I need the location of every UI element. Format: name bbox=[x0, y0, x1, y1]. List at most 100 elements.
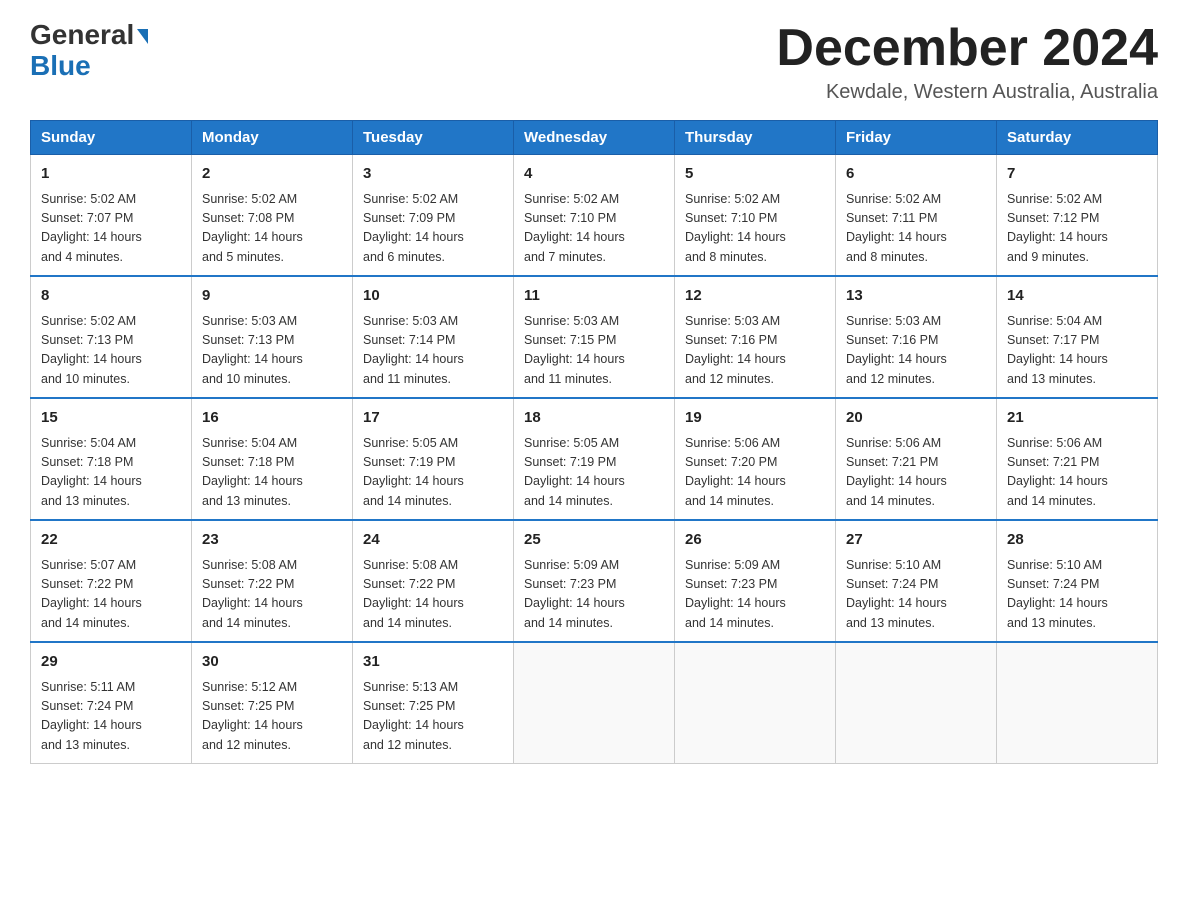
day-number: 2 bbox=[202, 163, 342, 186]
table-row: 25 Sunrise: 5:09 AM Sunset: 7:23 PM Dayl… bbox=[514, 520, 675, 642]
day-info: Sunrise: 5:10 AM Sunset: 7:24 PM Dayligh… bbox=[1007, 556, 1147, 634]
page-header: General Blue December 2024 Kewdale, West… bbox=[30, 20, 1158, 104]
col-tuesday: Tuesday bbox=[353, 121, 514, 155]
table-row: 9 Sunrise: 5:03 AM Sunset: 7:13 PM Dayli… bbox=[192, 276, 353, 398]
day-number: 6 bbox=[846, 163, 986, 186]
day-number: 15 bbox=[41, 407, 181, 430]
day-number: 21 bbox=[1007, 407, 1147, 430]
table-row: 10 Sunrise: 5:03 AM Sunset: 7:14 PM Dayl… bbox=[353, 276, 514, 398]
day-info: Sunrise: 5:12 AM Sunset: 7:25 PM Dayligh… bbox=[202, 678, 342, 756]
day-number: 29 bbox=[41, 651, 181, 674]
day-info: Sunrise: 5:11 AM Sunset: 7:24 PM Dayligh… bbox=[41, 678, 181, 756]
day-info: Sunrise: 5:03 AM Sunset: 7:15 PM Dayligh… bbox=[524, 312, 664, 390]
table-row: 20 Sunrise: 5:06 AM Sunset: 7:21 PM Dayl… bbox=[836, 398, 997, 520]
day-info: Sunrise: 5:05 AM Sunset: 7:19 PM Dayligh… bbox=[363, 434, 503, 512]
day-number: 9 bbox=[202, 285, 342, 308]
day-info: Sunrise: 5:04 AM Sunset: 7:18 PM Dayligh… bbox=[41, 434, 181, 512]
calendar-week-row: 15 Sunrise: 5:04 AM Sunset: 7:18 PM Dayl… bbox=[31, 398, 1158, 520]
day-info: Sunrise: 5:08 AM Sunset: 7:22 PM Dayligh… bbox=[202, 556, 342, 634]
logo-blue-text: Blue bbox=[30, 50, 91, 81]
day-number: 17 bbox=[363, 407, 503, 430]
calendar-week-row: 1 Sunrise: 5:02 AM Sunset: 7:07 PM Dayli… bbox=[31, 155, 1158, 277]
table-row: 24 Sunrise: 5:08 AM Sunset: 7:22 PM Dayl… bbox=[353, 520, 514, 642]
day-info: Sunrise: 5:02 AM Sunset: 7:12 PM Dayligh… bbox=[1007, 190, 1147, 268]
day-number: 27 bbox=[846, 529, 986, 552]
logo-text: General Blue bbox=[30, 20, 148, 82]
day-number: 23 bbox=[202, 529, 342, 552]
day-number: 24 bbox=[363, 529, 503, 552]
day-number: 4 bbox=[524, 163, 664, 186]
table-row: 17 Sunrise: 5:05 AM Sunset: 7:19 PM Dayl… bbox=[353, 398, 514, 520]
col-sunday: Sunday bbox=[31, 121, 192, 155]
table-row bbox=[675, 642, 836, 764]
table-row: 8 Sunrise: 5:02 AM Sunset: 7:13 PM Dayli… bbox=[31, 276, 192, 398]
table-row: 21 Sunrise: 5:06 AM Sunset: 7:21 PM Dayl… bbox=[997, 398, 1158, 520]
day-info: Sunrise: 5:02 AM Sunset: 7:10 PM Dayligh… bbox=[685, 190, 825, 268]
table-row bbox=[836, 642, 997, 764]
day-info: Sunrise: 5:02 AM Sunset: 7:10 PM Dayligh… bbox=[524, 190, 664, 268]
month-title: December 2024 bbox=[776, 20, 1158, 77]
day-info: Sunrise: 5:05 AM Sunset: 7:19 PM Dayligh… bbox=[524, 434, 664, 512]
table-row: 22 Sunrise: 5:07 AM Sunset: 7:22 PM Dayl… bbox=[31, 520, 192, 642]
day-number: 25 bbox=[524, 529, 664, 552]
day-number: 28 bbox=[1007, 529, 1147, 552]
col-monday: Monday bbox=[192, 121, 353, 155]
day-info: Sunrise: 5:04 AM Sunset: 7:18 PM Dayligh… bbox=[202, 434, 342, 512]
col-friday: Friday bbox=[836, 121, 997, 155]
table-row: 18 Sunrise: 5:05 AM Sunset: 7:19 PM Dayl… bbox=[514, 398, 675, 520]
day-number: 20 bbox=[846, 407, 986, 430]
day-number: 16 bbox=[202, 407, 342, 430]
day-number: 18 bbox=[524, 407, 664, 430]
table-row: 6 Sunrise: 5:02 AM Sunset: 7:11 PM Dayli… bbox=[836, 155, 997, 277]
table-row: 16 Sunrise: 5:04 AM Sunset: 7:18 PM Dayl… bbox=[192, 398, 353, 520]
table-row: 2 Sunrise: 5:02 AM Sunset: 7:08 PM Dayli… bbox=[192, 155, 353, 277]
day-info: Sunrise: 5:04 AM Sunset: 7:17 PM Dayligh… bbox=[1007, 312, 1147, 390]
day-info: Sunrise: 5:10 AM Sunset: 7:24 PM Dayligh… bbox=[846, 556, 986, 634]
day-info: Sunrise: 5:02 AM Sunset: 7:07 PM Dayligh… bbox=[41, 190, 181, 268]
table-row bbox=[514, 642, 675, 764]
day-info: Sunrise: 5:03 AM Sunset: 7:16 PM Dayligh… bbox=[846, 312, 986, 390]
table-row: 28 Sunrise: 5:10 AM Sunset: 7:24 PM Dayl… bbox=[997, 520, 1158, 642]
calendar-week-row: 8 Sunrise: 5:02 AM Sunset: 7:13 PM Dayli… bbox=[31, 276, 1158, 398]
table-row: 13 Sunrise: 5:03 AM Sunset: 7:16 PM Dayl… bbox=[836, 276, 997, 398]
day-number: 13 bbox=[846, 285, 986, 308]
logo: General Blue bbox=[30, 20, 148, 82]
table-row: 12 Sunrise: 5:03 AM Sunset: 7:16 PM Dayl… bbox=[675, 276, 836, 398]
day-info: Sunrise: 5:02 AM Sunset: 7:08 PM Dayligh… bbox=[202, 190, 342, 268]
table-row bbox=[997, 642, 1158, 764]
calendar-week-row: 29 Sunrise: 5:11 AM Sunset: 7:24 PM Dayl… bbox=[31, 642, 1158, 764]
table-row: 1 Sunrise: 5:02 AM Sunset: 7:07 PM Dayli… bbox=[31, 155, 192, 277]
location-subtitle: Kewdale, Western Australia, Australia bbox=[776, 81, 1158, 104]
day-number: 11 bbox=[524, 285, 664, 308]
table-row: 14 Sunrise: 5:04 AM Sunset: 7:17 PM Dayl… bbox=[997, 276, 1158, 398]
col-saturday: Saturday bbox=[997, 121, 1158, 155]
calendar-header-row: Sunday Monday Tuesday Wednesday Thursday… bbox=[31, 121, 1158, 155]
table-row: 7 Sunrise: 5:02 AM Sunset: 7:12 PM Dayli… bbox=[997, 155, 1158, 277]
day-number: 5 bbox=[685, 163, 825, 186]
day-info: Sunrise: 5:06 AM Sunset: 7:21 PM Dayligh… bbox=[1007, 434, 1147, 512]
day-info: Sunrise: 5:09 AM Sunset: 7:23 PM Dayligh… bbox=[524, 556, 664, 634]
day-number: 10 bbox=[363, 285, 503, 308]
table-row: 3 Sunrise: 5:02 AM Sunset: 7:09 PM Dayli… bbox=[353, 155, 514, 277]
day-info: Sunrise: 5:02 AM Sunset: 7:09 PM Dayligh… bbox=[363, 190, 503, 268]
day-info: Sunrise: 5:09 AM Sunset: 7:23 PM Dayligh… bbox=[685, 556, 825, 634]
day-number: 3 bbox=[363, 163, 503, 186]
table-row: 31 Sunrise: 5:13 AM Sunset: 7:25 PM Dayl… bbox=[353, 642, 514, 764]
table-row: 4 Sunrise: 5:02 AM Sunset: 7:10 PM Dayli… bbox=[514, 155, 675, 277]
day-info: Sunrise: 5:02 AM Sunset: 7:11 PM Dayligh… bbox=[846, 190, 986, 268]
day-number: 26 bbox=[685, 529, 825, 552]
col-wednesday: Wednesday bbox=[514, 121, 675, 155]
calendar-table: Sunday Monday Tuesday Wednesday Thursday… bbox=[30, 120, 1158, 764]
day-info: Sunrise: 5:03 AM Sunset: 7:16 PM Dayligh… bbox=[685, 312, 825, 390]
day-info: Sunrise: 5:13 AM Sunset: 7:25 PM Dayligh… bbox=[363, 678, 503, 756]
day-number: 14 bbox=[1007, 285, 1147, 308]
calendar-week-row: 22 Sunrise: 5:07 AM Sunset: 7:22 PM Dayl… bbox=[31, 520, 1158, 642]
table-row: 27 Sunrise: 5:10 AM Sunset: 7:24 PM Dayl… bbox=[836, 520, 997, 642]
table-row: 30 Sunrise: 5:12 AM Sunset: 7:25 PM Dayl… bbox=[192, 642, 353, 764]
table-row: 15 Sunrise: 5:04 AM Sunset: 7:18 PM Dayl… bbox=[31, 398, 192, 520]
day-number: 31 bbox=[363, 651, 503, 674]
day-info: Sunrise: 5:06 AM Sunset: 7:21 PM Dayligh… bbox=[846, 434, 986, 512]
day-info: Sunrise: 5:02 AM Sunset: 7:13 PM Dayligh… bbox=[41, 312, 181, 390]
day-info: Sunrise: 5:08 AM Sunset: 7:22 PM Dayligh… bbox=[363, 556, 503, 634]
day-number: 12 bbox=[685, 285, 825, 308]
